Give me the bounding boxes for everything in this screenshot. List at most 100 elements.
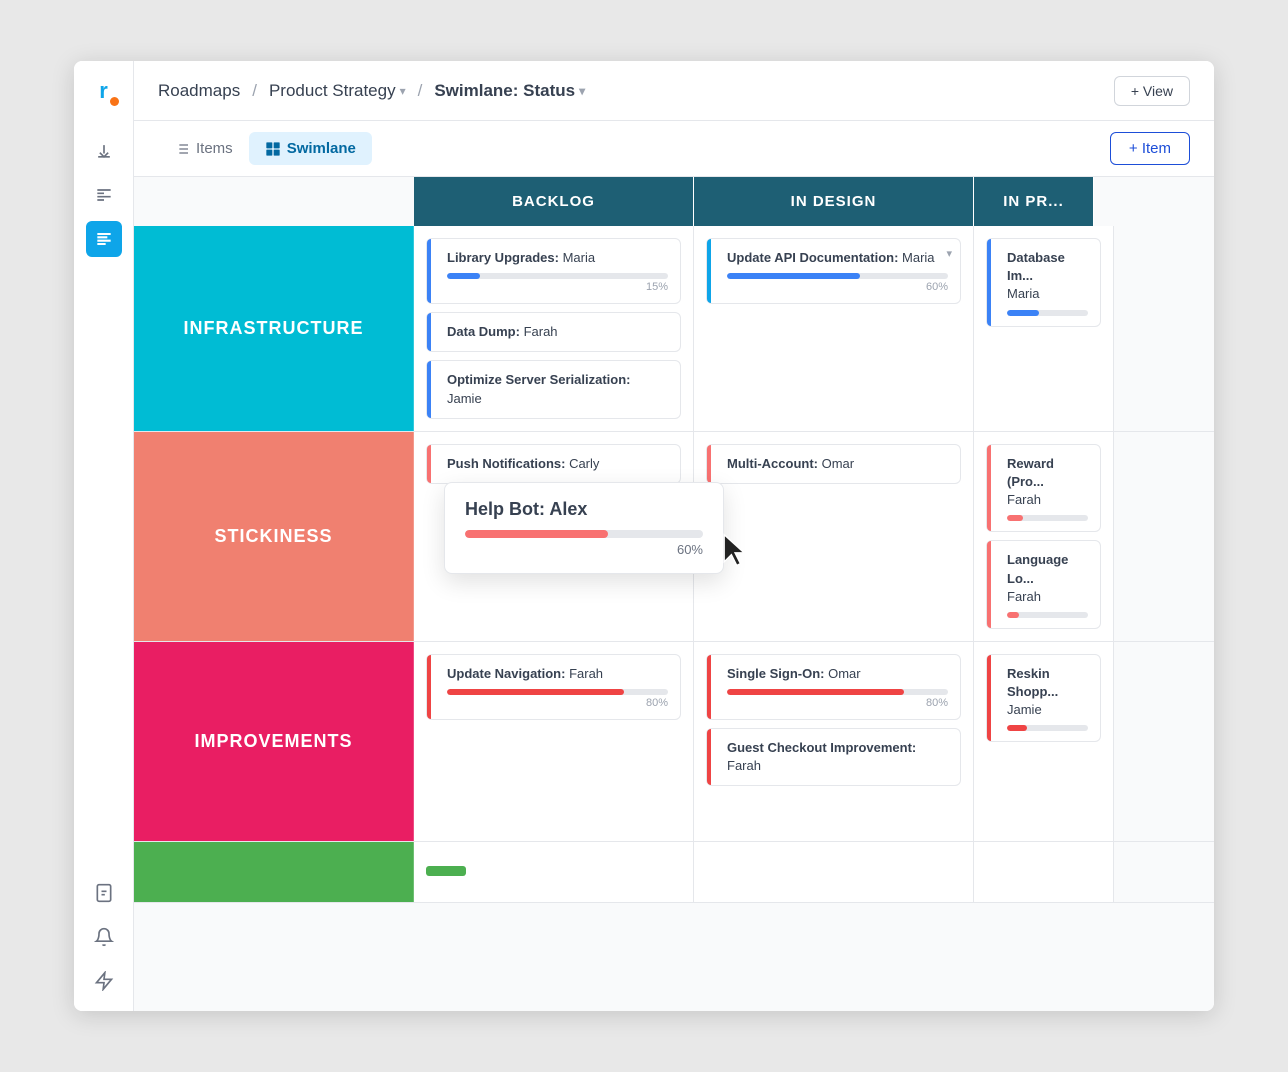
card-bar bbox=[707, 655, 711, 719]
card-bar bbox=[707, 729, 711, 785]
breadcrumb-sep2: / bbox=[418, 81, 423, 101]
contacts-icon[interactable] bbox=[86, 875, 122, 911]
add-view-button[interactable]: + View bbox=[1114, 76, 1190, 106]
toolbar: Items Swimlane + Item bbox=[134, 121, 1214, 177]
card-multi-account[interactable]: Multi-Account: Omar bbox=[706, 444, 961, 484]
main-content: Roadmaps / Product Strategy ▾ / Swimlane… bbox=[134, 61, 1214, 1011]
download-icon[interactable] bbox=[86, 133, 122, 169]
card-title: Optimize Server Serialization: Jamie bbox=[447, 371, 668, 407]
list-icon[interactable] bbox=[86, 177, 122, 213]
tooltip-title: Help Bot: Alex bbox=[465, 499, 703, 520]
swim-col-bottom-in-design bbox=[694, 842, 974, 902]
progress-bar-wrap bbox=[1007, 612, 1088, 618]
card-update-navigation[interactable]: Update Navigation: Farah 80% bbox=[426, 654, 681, 720]
card-update-api[interactable]: ▾ Update API Documentation: Maria 60% bbox=[706, 238, 961, 304]
swimlane-row-improvements: IMPROVEMENTS Update Navigation: Farah 80… bbox=[134, 642, 1214, 842]
col-header-backlog: BACKLOG bbox=[414, 177, 694, 226]
card-bar bbox=[427, 655, 431, 719]
card-reward-pro[interactable]: Reward (Pro...Farah bbox=[986, 444, 1101, 533]
tab-items[interactable]: Items bbox=[158, 132, 249, 165]
card-bar bbox=[987, 655, 991, 742]
progress-bar-wrap bbox=[447, 689, 668, 695]
card-guest-checkout[interactable]: Guest Checkout Improvement: Farah bbox=[706, 728, 961, 786]
card-title: Single Sign-On: Omar bbox=[727, 665, 948, 683]
tooltip-popup: Help Bot: Alex 60% bbox=[444, 482, 724, 574]
card-title: Multi-Account: Omar bbox=[727, 455, 948, 473]
swimlane-row-bottom bbox=[134, 842, 1214, 903]
swimlane-tab-icon bbox=[265, 141, 281, 157]
board-grid: BACKLOG IN DESIGN IN PR... INFRASTRUCTUR… bbox=[134, 177, 1214, 903]
swim-col-bottom-backlog bbox=[414, 842, 694, 902]
card-reskin-shop[interactable]: Reskin Shopp...Jamie bbox=[986, 654, 1101, 743]
breadcrumb-product-strategy[interactable]: Product Strategy ▾ bbox=[269, 81, 406, 101]
card-bar bbox=[987, 445, 991, 532]
breadcrumb-roadmaps[interactable]: Roadmaps bbox=[158, 81, 240, 101]
bottom-indicator bbox=[426, 866, 466, 876]
progress-bar bbox=[1007, 515, 1023, 521]
card-push-notifications[interactable]: Push Notifications: Carly bbox=[426, 444, 681, 484]
items-tab-icon bbox=[174, 141, 190, 157]
card-title: Guest Checkout Improvement: Farah bbox=[727, 739, 948, 775]
cursor-arrow-icon bbox=[719, 533, 751, 569]
swim-col-bottom-in-progress bbox=[974, 842, 1114, 902]
progress-bar-wrap bbox=[1007, 515, 1088, 521]
roadmap-icon[interactable] bbox=[86, 221, 122, 257]
col-header-in-design: IN DESIGN bbox=[694, 177, 974, 226]
card-single-sign-on[interactable]: Single Sign-On: Omar 80% bbox=[706, 654, 961, 720]
swim-col-improve-in-progress: Reskin Shopp...Jamie bbox=[974, 642, 1114, 841]
progress-bar-wrap bbox=[1007, 310, 1088, 316]
swim-col-improve-backlog: Update Navigation: Farah 80% bbox=[414, 642, 694, 841]
progress-bar bbox=[447, 273, 480, 279]
card-language-lo[interactable]: Language Lo...Farah bbox=[986, 540, 1101, 629]
swimlane-label-improvements: IMPROVEMENTS bbox=[134, 642, 414, 841]
dropdown-icon[interactable]: ▾ bbox=[946, 247, 952, 260]
card-title: Reskin Shopp...Jamie bbox=[1007, 665, 1088, 720]
swimlane-label-stickiness: STICKINESS bbox=[134, 432, 414, 641]
header: Roadmaps / Product Strategy ▾ / Swimlane… bbox=[134, 61, 1214, 121]
swim-col-infra-in-progress: Database Im...Maria bbox=[974, 226, 1114, 431]
tooltip-percent: 60% bbox=[465, 542, 703, 557]
card-bar bbox=[987, 239, 991, 326]
col-header-in-progress: IN PR... bbox=[974, 177, 1094, 226]
chevron-down-icon: ▾ bbox=[400, 84, 406, 98]
progress-bar bbox=[447, 689, 624, 695]
swimlane-label-bottom bbox=[134, 842, 414, 902]
progress-bar bbox=[1007, 310, 1039, 316]
card-title: Data Dump: Farah bbox=[447, 323, 668, 341]
card-bar bbox=[427, 239, 431, 303]
board-header-row: BACKLOG IN DESIGN IN PR... bbox=[414, 177, 1214, 226]
swimlane-row-stickiness: STICKINESS Push Notifications: Carly bbox=[134, 432, 1214, 642]
progress-label: 80% bbox=[447, 697, 668, 709]
card-title: Library Upgrades: Maria bbox=[447, 249, 668, 267]
card-optimize-server[interactable]: Optimize Server Serialization: Jamie bbox=[426, 360, 681, 418]
progress-bar bbox=[1007, 725, 1027, 731]
progress-label: 80% bbox=[727, 697, 948, 709]
card-bar bbox=[427, 313, 431, 351]
swim-col-sticky-in-progress: Reward (Pro...Farah Language Lo...Farah bbox=[974, 432, 1114, 641]
card-bar bbox=[707, 239, 711, 303]
card-title: Reward (Pro...Farah bbox=[1007, 455, 1088, 510]
progress-bar-wrap bbox=[727, 689, 948, 695]
progress-label: 60% bbox=[727, 281, 948, 293]
progress-bar bbox=[727, 273, 860, 279]
progress-bar-wrap bbox=[447, 273, 668, 279]
bell-icon[interactable] bbox=[86, 919, 122, 955]
progress-bar bbox=[727, 689, 904, 695]
logo-dot bbox=[110, 97, 119, 106]
tooltip-progress-bar bbox=[465, 530, 608, 538]
swimlane-row-infrastructure: INFRASTRUCTURE Library Upgrades: Maria 1… bbox=[134, 226, 1214, 432]
progress-bar bbox=[1007, 612, 1019, 618]
chevron-down-icon-2: ▾ bbox=[579, 84, 585, 98]
lightning-icon[interactable] bbox=[86, 963, 122, 999]
progress-bar-wrap bbox=[727, 273, 948, 279]
sidebar: r bbox=[74, 61, 134, 1011]
tooltip-progress-wrap bbox=[465, 530, 703, 538]
swim-col-improve-in-design: Single Sign-On: Omar 80% Guest Checkout … bbox=[694, 642, 974, 841]
breadcrumb-swimlane-status[interactable]: Swimlane: Status ▾ bbox=[434, 81, 585, 101]
card-library-upgrades[interactable]: Library Upgrades: Maria 15% bbox=[426, 238, 681, 304]
add-item-button[interactable]: + Item bbox=[1110, 132, 1190, 165]
tab-swimlane[interactable]: Swimlane bbox=[249, 132, 372, 165]
card-data-dump[interactable]: Data Dump: Farah bbox=[426, 312, 681, 352]
card-database-im[interactable]: Database Im...Maria bbox=[986, 238, 1101, 327]
card-title: Update API Documentation: Maria bbox=[727, 249, 948, 267]
